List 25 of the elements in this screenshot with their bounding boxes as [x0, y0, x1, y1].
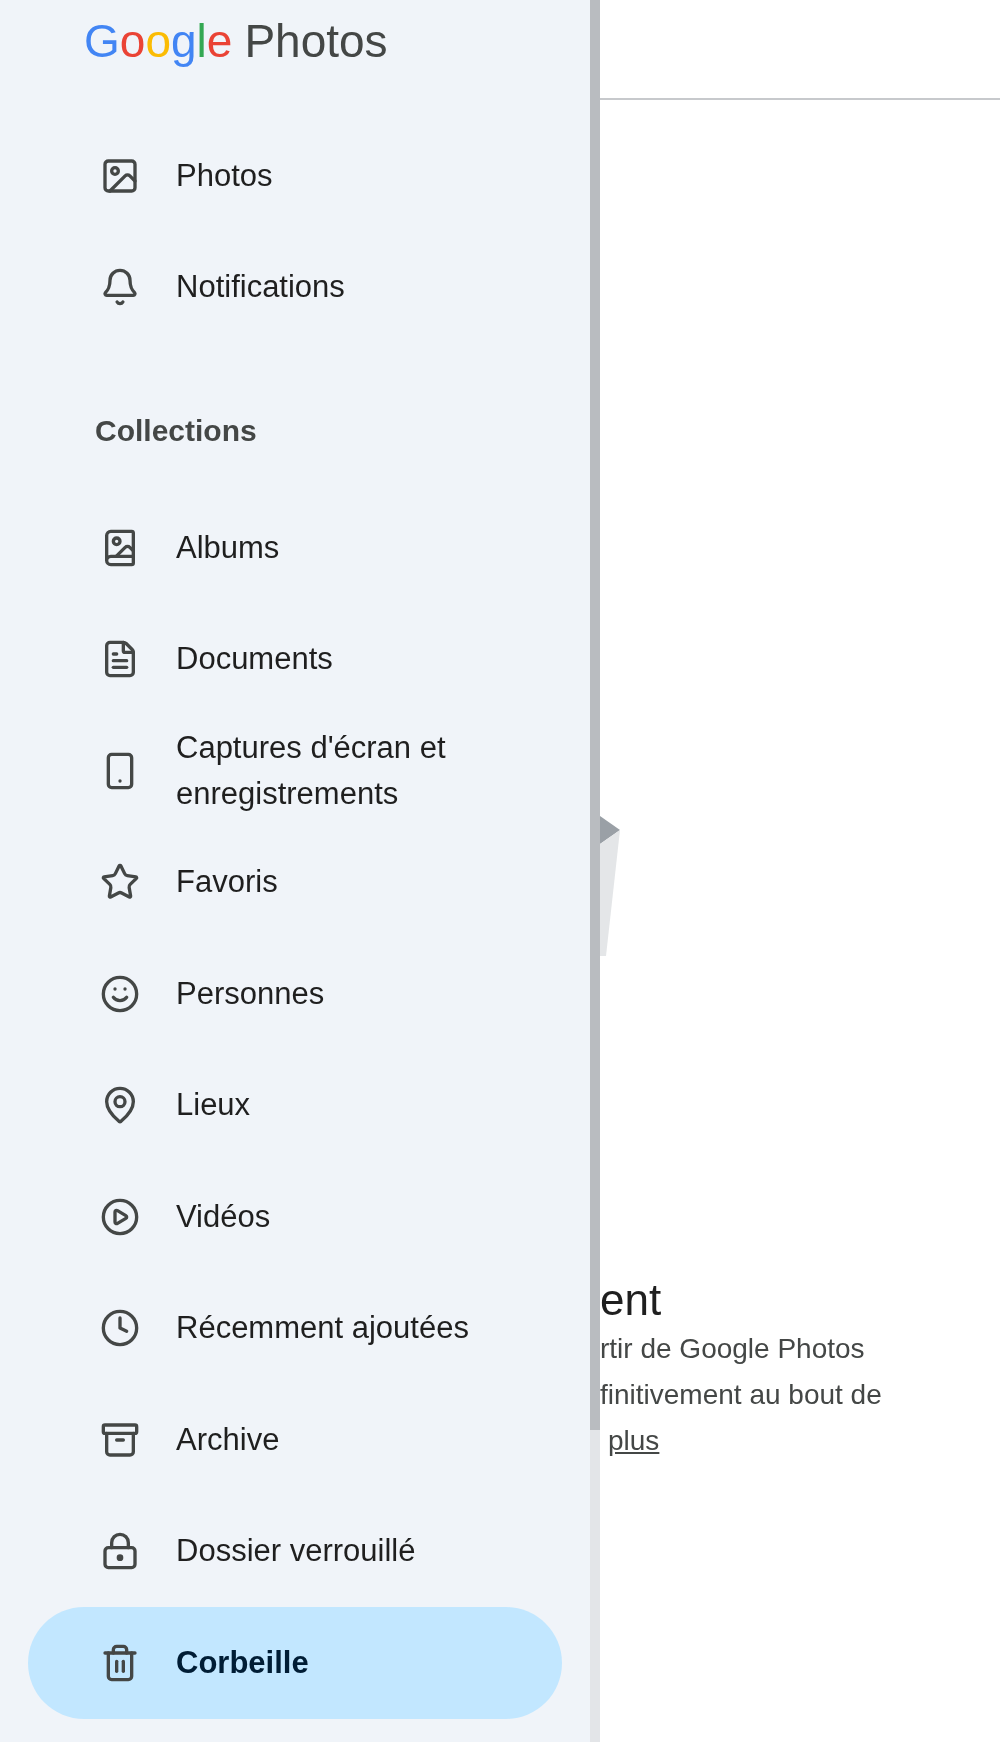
nav-item[interactable]: Récemment ajoutées: [28, 1272, 562, 1384]
clock-icon: [100, 1308, 140, 1349]
nav-item[interactable]: Notifications: [28, 231, 562, 343]
play-icon: [100, 1196, 140, 1237]
section-title: Collections: [95, 414, 257, 447]
nav-item[interactable]: Corbeille: [28, 1607, 562, 1719]
empty-state-heading: ent: [600, 1274, 663, 1326]
app-logo[interactable]: Google Photos: [84, 14, 388, 68]
nav-item[interactable]: Photos: [28, 120, 562, 232]
scrollbar-thumb[interactable]: [590, 0, 600, 1430]
nav-item[interactable]: Personnes: [28, 938, 562, 1050]
nav-item[interactable]: Captures d'écran et enregistrements: [28, 715, 562, 827]
empty-state-text: rtir de Google Photos: [600, 1332, 866, 1366]
nav-item[interactable]: Archive: [28, 1384, 562, 1496]
empty-state-text: finitivement au bout de: [600, 1378, 883, 1412]
nav-item[interactable]: Vidéos: [28, 1161, 562, 1273]
learn-more-link[interactable]: plus: [600, 1418, 660, 1464]
lock-icon: [100, 1531, 140, 1572]
face-icon: [100, 973, 140, 1014]
nav-item[interactable]: Lieux: [28, 1049, 562, 1161]
nav-item[interactable]: Albums: [28, 492, 562, 604]
nav-item[interactable]: Dossier verrouillé: [28, 1495, 562, 1607]
nav-item[interactable]: Favoris: [28, 826, 562, 938]
nav-item[interactable]: Documents: [28, 603, 562, 715]
bell-icon: [100, 267, 140, 308]
